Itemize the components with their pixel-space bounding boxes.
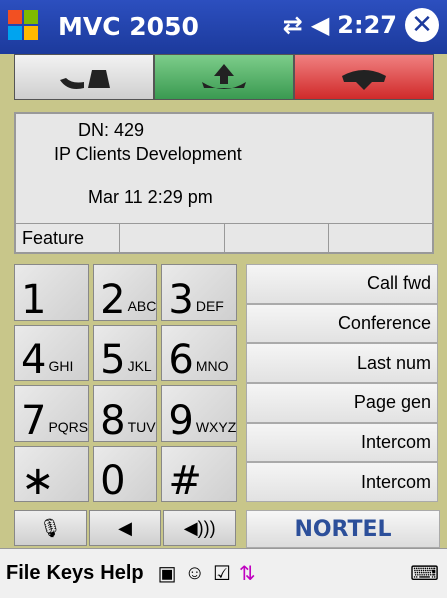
dn-number: DN: 429: [78, 120, 145, 140]
answer-icon: [202, 64, 246, 89]
status-area: ⇄ ◀︎ 2:27 ✕: [283, 8, 439, 42]
key-4[interactable]: 4 GHI: [14, 324, 90, 383]
properties-icon[interactable]: ☑: [213, 561, 231, 586]
connectivity-icon[interactable]: ⇄: [283, 11, 303, 39]
key-digit: 0: [100, 458, 126, 504]
key-digit: 7: [21, 397, 47, 444]
feature-key-list: Call fwd Conference Last num Page gen In…: [246, 264, 438, 503]
key-letters: ABC: [127, 297, 157, 314]
close-icon[interactable]: ✕: [405, 8, 439, 42]
feature-key-intercom-1[interactable]: Intercom: [246, 422, 438, 463]
key-digit: 6: [168, 337, 194, 383]
key-digit: 8: [100, 397, 126, 444]
dial-keypad: 1 2 ABC 3 DEF 4 GHI 5 JKL 6 MNO 7 PQRS 8 TUV 9W…: [14, 264, 238, 504]
softkey-row: Feature: [16, 223, 432, 252]
windows-start-icon[interactable]: [6, 8, 42, 44]
mute-button[interactable]: 🎙: [14, 510, 87, 546]
key-letters: MNO: [195, 358, 229, 374]
key-letters: TUV: [127, 418, 156, 435]
key-letters: WXYZ: [195, 418, 237, 435]
date-time: Mar 11 2:29 pm: [88, 187, 213, 207]
key-digit: 2: [100, 276, 126, 323]
key-digit: ∗: [21, 458, 55, 504]
key-letters: PQRS: [48, 418, 89, 435]
answer-button[interactable]: [154, 54, 294, 100]
key-0[interactable]: 0: [93, 445, 158, 504]
menu-bar: File Keys Help ▣ ☺ ☑ ⇅ ⌨: [0, 548, 447, 598]
phone-display: DN: 429 IP Clients Development Mar 11 2:…: [14, 112, 434, 254]
release-icon: [342, 70, 386, 90]
key-star[interactable]: ∗: [14, 445, 90, 504]
feature-key-conference[interactable]: Conference: [246, 303, 438, 344]
key-9[interactable]: 9 WXYZ: [161, 385, 238, 444]
key-5[interactable]: 5 JKL: [93, 324, 158, 383]
menu-file[interactable]: File: [6, 562, 40, 585]
softkey-feature[interactable]: Feature: [16, 224, 121, 252]
key-digit: 5: [100, 337, 126, 383]
key-letters: DEF: [195, 297, 224, 314]
key-3[interactable]: 3 DEF: [161, 264, 238, 323]
volume-up-button[interactable]: ◀︎))): [163, 510, 237, 546]
clock-time[interactable]: 2:27: [337, 11, 397, 39]
key-digit: 4: [21, 337, 47, 383]
keyboard-icon[interactable]: ⌨: [410, 561, 439, 586]
key-1[interactable]: 1: [14, 264, 90, 323]
menu-keys[interactable]: Keys: [46, 562, 94, 585]
menu-help[interactable]: Help: [100, 562, 143, 585]
softkey-2[interactable]: [120, 224, 225, 252]
feature-key-page-gen[interactable]: Page gen: [246, 383, 438, 423]
key-digit: 3: [168, 276, 194, 323]
key-6[interactable]: 6 MNO: [161, 324, 238, 383]
key-letters: JKL: [127, 358, 152, 374]
volume-up-icon: ◀︎))): [183, 517, 216, 538]
softkey-4[interactable]: [329, 224, 432, 252]
key-8[interactable]: 8 TUV: [93, 385, 158, 444]
sync-arrows-icon[interactable]: ⇅: [239, 561, 256, 586]
softkey-3[interactable]: [225, 224, 329, 252]
key-2[interactable]: 2 ABC: [93, 264, 158, 323]
mic-mute-icon: 🎙: [38, 517, 62, 538]
key-7[interactable]: 7 PQRS: [14, 385, 90, 444]
nortel-logo: NORTEL: [246, 510, 440, 548]
title-bar: MVC 2050 ⇄ ◀︎ 2:27 ✕: [0, 0, 447, 54]
key-digit: #: [168, 458, 202, 504]
call-buttons: [14, 54, 434, 100]
key-hash[interactable]: #: [161, 445, 238, 504]
hold-button[interactable]: [14, 54, 154, 100]
key-digit: 1: [21, 276, 47, 323]
contacts-icon[interactable]: ☺: [185, 562, 205, 585]
copy-icon[interactable]: ▣: [158, 561, 177, 586]
line-description: IP Clients Development: [54, 144, 242, 164]
feature-key-last-num[interactable]: Last num: [246, 343, 438, 384]
feature-key-intercom-2[interactable]: Intercom: [246, 462, 438, 503]
feature-key-call-fwd[interactable]: Call fwd: [246, 264, 438, 304]
app-title: MVC 2050: [58, 12, 199, 41]
volume-down-button[interactable]: ◀︎: [88, 510, 162, 546]
speaker-icon[interactable]: ◀︎: [311, 11, 329, 39]
volume-down-icon: ◀︎: [118, 517, 132, 538]
phone-body: DN: 429 IP Clients Development Mar 11 2:…: [0, 54, 447, 548]
hold-icon: [60, 70, 110, 89]
release-button[interactable]: [294, 54, 434, 100]
key-letters: GHI: [48, 358, 74, 374]
key-digit: 9: [168, 397, 194, 444]
audio-controls: 🎙 ◀︎ ◀︎))): [14, 510, 237, 546]
